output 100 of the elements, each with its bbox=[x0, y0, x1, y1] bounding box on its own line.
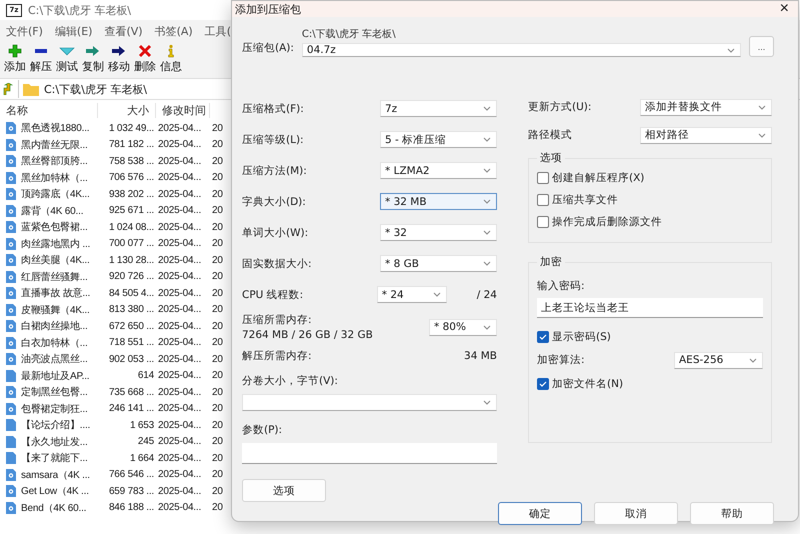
modified-date: 2025-04... bbox=[157, 139, 202, 150]
field-label: 解压所需内存: bbox=[242, 349, 312, 363]
toolbar-button[interactable]: 信息 bbox=[159, 44, 183, 76]
file-name[interactable]: Get Low（4K ... bbox=[19, 484, 91, 498]
file-name[interactable]: 包臀裙定制狂... bbox=[19, 402, 90, 416]
toolbar-button[interactable]: 移动 bbox=[107, 44, 131, 76]
file-name[interactable]: 肉丝美腿（4K... bbox=[19, 253, 92, 268]
file-size: 781 182 ... bbox=[108, 139, 155, 150]
column-header[interactable]: 修改时间 bbox=[156, 102, 210, 118]
checkbox-label: 创建自解压程序(X) bbox=[552, 170, 644, 184]
setting-combo[interactable]: 5 - 标准压缩 bbox=[380, 131, 497, 148]
file-name[interactable]: 【论坛介绍】.... bbox=[19, 418, 92, 432]
file-size: 813 380 ... bbox=[108, 304, 155, 316]
menu-item[interactable]: 查看(V) bbox=[104, 24, 143, 38]
chevron-down-icon bbox=[758, 104, 766, 110]
chevron-down-icon bbox=[483, 168, 491, 173]
path-mode-combo[interactable]: 相对路径 bbox=[640, 126, 772, 144]
checkbox[interactable] bbox=[537, 378, 549, 390]
video-file-icon bbox=[6, 320, 16, 332]
file-name[interactable]: 黑丝加特林（... bbox=[19, 170, 90, 185]
modified-date: 2025-04... bbox=[157, 254, 202, 266]
file-name[interactable]: 红唇蕾丝骚舞... bbox=[19, 270, 90, 284]
file-name[interactable]: 皮鞭骚舞（4K... bbox=[19, 302, 92, 317]
checkmark-icon bbox=[539, 334, 547, 340]
archive-combo[interactable]: 04.7z bbox=[302, 43, 741, 57]
file-name[interactable]: 肉丝露地黑内 ... bbox=[19, 236, 92, 251]
file-icon bbox=[6, 452, 16, 464]
checkbox[interactable] bbox=[537, 194, 549, 206]
toolbar-button[interactable]: 测试 bbox=[55, 44, 79, 76]
file-name[interactable]: samsara（4K ... bbox=[19, 468, 92, 482]
video-file-icon bbox=[6, 238, 16, 250]
file-name[interactable]: 顶跨露底（4K... bbox=[19, 187, 92, 202]
file-name[interactable]: 【来了就能下... bbox=[19, 451, 90, 466]
video-file-icon bbox=[6, 221, 16, 234]
file-name[interactable]: 【永久地址发... bbox=[19, 434, 90, 449]
checkmark-icon bbox=[539, 380, 547, 386]
file-size: 735 668 ... bbox=[108, 386, 155, 398]
setting-combo[interactable]: * LZMA2 bbox=[380, 162, 497, 179]
table-cell-text: 20 bbox=[211, 238, 224, 250]
menu-item[interactable]: 编辑(E) bbox=[54, 24, 92, 38]
setting-combo[interactable]: * 32 bbox=[380, 224, 497, 241]
dialog-button[interactable]: 确定 bbox=[498, 502, 582, 525]
file-size: 920 726 ... bbox=[108, 271, 155, 282]
field-label: 输入密码: bbox=[537, 279, 586, 293]
file-name[interactable]: 白裙肉丝操地... bbox=[19, 319, 90, 334]
video-file-icon bbox=[6, 188, 16, 200]
volume-combo[interactable] bbox=[242, 394, 497, 411]
toolbar-button[interactable]: 解压 bbox=[29, 44, 53, 76]
file-size: 846 188 ... bbox=[108, 502, 155, 514]
file-name[interactable]: 油亮波点黑丝... bbox=[19, 352, 90, 366]
dialog-button[interactable]: 帮助 bbox=[690, 502, 774, 525]
file-name[interactable]: 黑内蕾丝无限... bbox=[19, 138, 90, 152]
folder-path: C:\下载\虎牙 车老板\ bbox=[302, 28, 397, 41]
parameters-field[interactable] bbox=[242, 443, 497, 464]
dialog-button[interactable]: 取消 bbox=[594, 502, 678, 525]
field-label: 压缩等级(L): bbox=[242, 132, 304, 146]
table-cell-text: 20 bbox=[211, 205, 224, 216]
video-file-icon bbox=[6, 304, 16, 316]
password-field[interactable]: 上老王论坛当老王 bbox=[537, 298, 763, 318]
table-cell-text: 20 bbox=[211, 304, 224, 316]
file-name[interactable]: 露背（4K 60... bbox=[19, 204, 86, 218]
checkbox[interactable] bbox=[537, 330, 549, 342]
file-size: 925 671 ... bbox=[108, 205, 155, 216]
file-name[interactable]: 黑丝臀部顶胯... bbox=[19, 154, 90, 168]
table-cell-text: 20 bbox=[211, 403, 224, 414]
table-cell-text: 20 bbox=[211, 502, 224, 514]
browse-button[interactable]: ... bbox=[749, 36, 774, 57]
encryption-combo[interactable]: AES-256 bbox=[674, 352, 763, 368]
field-label: 压缩格式(F): bbox=[242, 102, 304, 116]
setting-combo[interactable]: * 8 GB bbox=[380, 255, 497, 272]
toolbar-button[interactable]: 添加 bbox=[3, 44, 27, 76]
toolbar-button[interactable]: 删除 bbox=[133, 44, 157, 76]
options-button[interactable]: 选项 bbox=[242, 479, 326, 502]
checkbox[interactable] bbox=[537, 216, 549, 228]
chevron-down-icon bbox=[483, 400, 491, 405]
column-header[interactable]: 名称 bbox=[0, 102, 98, 118]
toolbar-button[interactable]: 复制 bbox=[81, 44, 105, 76]
table-cell-text: 20 bbox=[211, 420, 224, 431]
column-header[interactable]: 大小 bbox=[98, 102, 156, 118]
file-name[interactable]: 蓝紫色包臀裙... bbox=[19, 220, 90, 234]
menu-item[interactable]: 工具( bbox=[204, 24, 231, 38]
setting-combo[interactable]: 7z bbox=[380, 100, 497, 117]
file-name[interactable]: 白衣加特林（... bbox=[19, 336, 90, 350]
update-mode-combo[interactable]: 添加并替换文件 bbox=[640, 98, 772, 116]
file-size: 672 650 ... bbox=[108, 320, 155, 332]
menu-item[interactable]: 书签(A) bbox=[154, 24, 193, 38]
folder-up-icon[interactable] bbox=[3, 83, 14, 95]
checkbox[interactable] bbox=[537, 172, 549, 184]
field-label: 压缩包(A): bbox=[242, 41, 294, 55]
setting-combo[interactable]: * 32 MB bbox=[380, 193, 497, 210]
table-cell-text: 20 bbox=[211, 122, 224, 134]
file-name[interactable]: 最新地址及AP... bbox=[19, 368, 92, 383]
file-name[interactable]: Bend（4K 60... bbox=[19, 500, 88, 515]
close-button[interactable]: × bbox=[774, 1, 795, 17]
file-name[interactable]: 黑色透视1880... bbox=[19, 121, 92, 136]
thread-combo[interactable]: * 24 bbox=[376, 286, 447, 303]
file-name[interactable]: 定制黑丝包臀... bbox=[19, 385, 90, 400]
menu-item[interactable]: 文件(F) bbox=[6, 24, 43, 38]
file-name[interactable]: 直播事故 故意... bbox=[19, 286, 92, 300]
memory-combo[interactable]: * 80% bbox=[429, 318, 497, 336]
